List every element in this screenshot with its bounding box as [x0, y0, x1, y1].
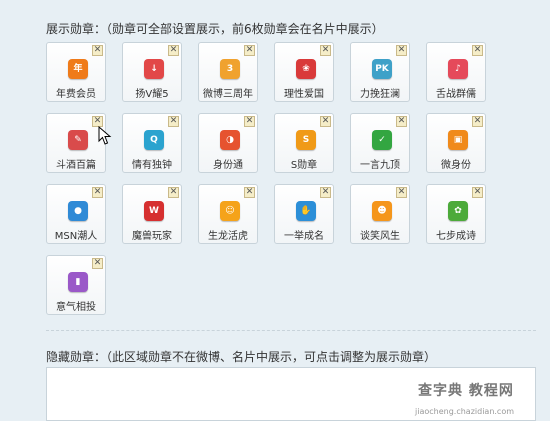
badge-label: 一举成名	[284, 231, 324, 242]
badge-item[interactable]: ◑ 身份通 ✕	[198, 113, 258, 173]
badge-item[interactable]: ✿ 七步成诗 ✕	[426, 184, 486, 244]
display-badges-grid: 年年费会员 ✕ ↓ 扬V耀5 ✕ 3 微博三周年 ✕ ❀ 理性爱国 ✕ PK 力挽狂澜 ✕ ♪ 舌战群儒 ✕ ✎ 斗…	[46, 42, 536, 320]
mouse-cursor-icon	[98, 126, 112, 145]
badge-icon: ☺	[220, 201, 240, 221]
badge-icon: W	[144, 201, 164, 221]
badge-label: 力挽狂澜	[360, 89, 400, 100]
close-icon[interactable]: ✕	[244, 45, 255, 56]
badge-icon: Q	[144, 130, 164, 150]
close-icon[interactable]: ✕	[168, 187, 179, 198]
badge-icon: 3	[220, 59, 240, 79]
badge-label: 斗酒百篇	[56, 160, 96, 171]
watermark-url: jiaocheng.chazidian.com	[415, 407, 515, 416]
badge-item[interactable]: ♪ 舌战群儒 ✕	[426, 42, 486, 102]
badge-icon: ❀	[296, 59, 316, 79]
badge-item[interactable]: ☺ 生龙活虎 ✕	[198, 184, 258, 244]
close-icon[interactable]: ✕	[92, 187, 103, 198]
badge-item[interactable]: ✓ 一言九顶 ✕	[350, 113, 410, 173]
close-icon[interactable]: ✕	[396, 45, 407, 56]
badge-item[interactable]: ↓ 扬V耀5 ✕	[122, 42, 182, 102]
close-icon[interactable]: ✕	[320, 116, 331, 127]
badge-label: 谈笑风生	[360, 231, 400, 242]
badge-label: S勋章	[290, 160, 318, 171]
badge-icon: ▣	[448, 130, 468, 150]
badge-label: 扬V耀5	[135, 89, 169, 100]
badge-icon: S	[296, 130, 316, 150]
badge-icon: ◑	[220, 130, 240, 150]
badge-icon: ☻	[372, 201, 392, 221]
badge-item[interactable]: Q 情有独钟 ✕	[122, 113, 182, 173]
close-icon[interactable]: ✕	[320, 187, 331, 198]
badge-label: 理性爱国	[284, 89, 324, 100]
badge-label: 年费会员	[56, 89, 96, 100]
badge-item[interactable]: W 魔兽玩家 ✕	[122, 184, 182, 244]
badge-item[interactable]: ❀ 理性爱国 ✕	[274, 42, 334, 102]
badge-icon: ▮	[68, 272, 88, 292]
section-divider	[46, 330, 536, 331]
badge-icon: ✋	[296, 201, 316, 221]
badge-item[interactable]: ✋ 一举成名 ✕	[274, 184, 334, 244]
close-icon[interactable]: ✕	[244, 187, 255, 198]
watermark-text: 查字典 教程网	[418, 383, 514, 399]
badge-icon: ✿	[448, 201, 468, 221]
badge-label: 生龙活虎	[208, 231, 248, 242]
badge-item[interactable]: ☻ 谈笑风生 ✕	[350, 184, 410, 244]
close-icon[interactable]: ✕	[168, 45, 179, 56]
badge-label: 舌战群儒	[436, 89, 476, 100]
hidden-badges-title: 隐藏勋章：（此区域勋章不在微博、名片中展示，可点击调整为展示勋章）	[46, 350, 437, 364]
close-icon[interactable]: ✕	[472, 116, 483, 127]
badge-icon: ♪	[448, 59, 468, 79]
badge-label: 微身份	[441, 160, 471, 171]
badge-icon: ↓	[144, 59, 164, 79]
close-icon[interactable]: ✕	[92, 258, 103, 269]
badge-item[interactable]: 年年费会员 ✕	[46, 42, 106, 102]
badge-item[interactable]: S S勋章 ✕	[274, 113, 334, 173]
close-icon[interactable]: ✕	[168, 116, 179, 127]
close-icon[interactable]: ✕	[244, 116, 255, 127]
display-badges-title: 展示勋章：（勋章可全部设置展示，前6枚勋章会在名片中展示）	[46, 22, 384, 36]
close-icon[interactable]: ✕	[472, 45, 483, 56]
badge-item[interactable]: ● MSN潮人 ✕	[46, 184, 106, 244]
badge-icon: 年	[68, 59, 88, 79]
badge-label: 一言九顶	[360, 160, 400, 171]
badge-icon: ✎	[68, 130, 88, 150]
badge-label: 意气相投	[56, 302, 96, 313]
badge-item[interactable]: ▮ 意气相投 ✕	[46, 255, 106, 315]
badge-label: 情有独钟	[132, 160, 172, 171]
badge-item[interactable]: ▣ 微身份 ✕	[426, 113, 486, 173]
badge-label: 微博三周年	[203, 89, 253, 100]
badge-icon: PK	[372, 59, 392, 79]
badge-label: 魔兽玩家	[132, 231, 172, 242]
badge-item[interactable]: ✎ 斗酒百篇 ✕	[46, 113, 106, 173]
badge-item[interactable]: 3 微博三周年 ✕	[198, 42, 258, 102]
close-icon[interactable]: ✕	[396, 116, 407, 127]
close-icon[interactable]: ✕	[320, 45, 331, 56]
close-icon[interactable]: ✕	[92, 45, 103, 56]
badge-icon: ✓	[372, 130, 392, 150]
close-icon[interactable]: ✕	[472, 187, 483, 198]
badge-icon: ●	[68, 201, 88, 221]
badge-label: MSN潮人	[54, 231, 98, 242]
badge-label: 身份通	[213, 160, 243, 171]
badge-item[interactable]: PK 力挽狂澜 ✕	[350, 42, 410, 102]
close-icon[interactable]: ✕	[396, 187, 407, 198]
badge-label: 七步成诗	[436, 231, 476, 242]
